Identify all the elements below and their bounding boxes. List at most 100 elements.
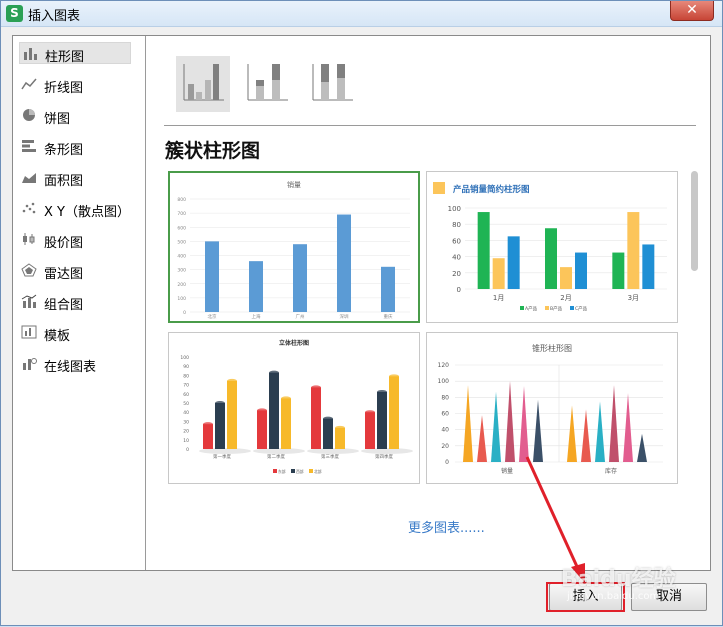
t3-title: 立体柱形图	[279, 339, 309, 347]
t3-ytick: 0	[186, 447, 189, 453]
t4-ytick: 100	[438, 378, 450, 385]
t1-category: 上海	[252, 313, 261, 320]
stock-chart-icon	[21, 232, 37, 246]
clustered-column-option[interactable]	[176, 56, 230, 112]
t3-ytick: 100	[180, 355, 189, 361]
template-icon	[21, 325, 37, 339]
online-chart-icon	[21, 356, 37, 370]
sidebar-item-pie-chart[interactable]: 饼图	[19, 105, 131, 127]
template-thumbnail-3[interactable]: 立体柱形图 100 90 80 70 60 50 40 30 20 10 0 第一季度 第二季度 第三季度第…	[168, 332, 420, 484]
sidebar-item-template[interactable]: 模板	[19, 322, 131, 344]
t4-cone	[567, 405, 577, 462]
t2-bar	[492, 258, 505, 289]
t4-cone	[637, 433, 647, 462]
more-charts-link[interactable]: 更多图表......	[408, 517, 485, 536]
type-divider	[164, 125, 696, 126]
t3-bar	[323, 418, 333, 449]
wps-app-icon: S	[6, 5, 23, 22]
t3-bar	[389, 376, 399, 449]
t3-ytick: 70	[183, 383, 189, 389]
t2-legend-label: A产品	[525, 305, 538, 312]
stacked-column-option[interactable]	[240, 56, 294, 112]
t4-ytick: 60	[441, 411, 449, 418]
gallery-scrollbar[interactable]	[691, 171, 698, 271]
stacked-column-icon	[247, 64, 288, 101]
t2-bar	[545, 228, 557, 289]
column-chart-icon	[22, 46, 38, 60]
close-button[interactable]: ✕	[670, 1, 714, 21]
sidebar-item-combo-chart[interactable]: 组合图	[19, 291, 131, 313]
combo-chart-icon	[21, 294, 37, 308]
percent-stacked-column-option[interactable]	[305, 56, 359, 112]
t4-cone	[623, 393, 633, 462]
t3-bar-top	[365, 410, 375, 415]
t4-category: 销量	[501, 467, 513, 475]
t1-ytick: 800	[177, 197, 186, 203]
t4-category: 库存	[605, 467, 617, 475]
sidebar-item-area-chart[interactable]: 面积图	[19, 167, 131, 189]
t4-cone	[463, 385, 473, 462]
t1-category: 重庆	[384, 313, 393, 320]
sidebar-item-label: 模板	[44, 329, 71, 344]
sidebar-item-scatter-chart[interactable]: X Y（散点图）	[19, 198, 131, 220]
t3-bar	[215, 403, 225, 449]
t4-cone	[581, 409, 591, 462]
t4-ytick: 0	[445, 459, 449, 466]
t4-cone	[491, 391, 501, 462]
t2-ytick: 60	[452, 237, 461, 245]
clustered-column-icon	[183, 64, 224, 101]
t4-ytick: 120	[438, 362, 450, 369]
section-title: 簇状柱形图	[165, 140, 261, 162]
t2-title-marker	[433, 182, 445, 194]
watermark-url: jingyan.baidu.com	[567, 591, 660, 602]
sidebar-item-label: 柱形图	[45, 50, 85, 65]
t3-bar	[365, 412, 375, 449]
t4-ytick: 40	[441, 427, 449, 434]
t1-category: 深圳	[340, 313, 349, 320]
chart-gallery: 簇状柱形图 销量 800 700 600 500 400 300 200 100 0 北京 上海 广州深…	[148, 36, 708, 570]
t3-bar-top	[281, 396, 291, 401]
t3-ytick: 50	[183, 401, 189, 407]
radar-chart-icon	[21, 263, 37, 277]
t3-category: 第二季度	[267, 453, 285, 460]
t2-ytick: 80	[452, 221, 461, 229]
sidebar-item-label: X Y（散点图）	[44, 205, 130, 220]
sidebar-item-line-chart[interactable]: 折线图	[19, 74, 131, 96]
sidebar-item-radar-chart[interactable]: 雷达图	[19, 260, 131, 282]
t2-bar	[642, 244, 655, 289]
t1-ytick: 500	[177, 239, 186, 245]
t4-cone	[533, 399, 543, 462]
t1-ytick: 300	[177, 268, 186, 274]
t3-ytick: 10	[183, 438, 189, 444]
sidebar-item-online-chart[interactable]: 在线图表	[19, 353, 131, 375]
t3-bar	[281, 398, 291, 449]
t3-bar	[335, 427, 345, 449]
sidebar-item-stock-chart[interactable]: 股价图	[19, 229, 131, 251]
template-thumbnail-1[interactable]: 销量 800 700 600 500 400 300 200 100 0 北京 上海 广州 深圳 重庆	[168, 171, 420, 323]
sidebar-item-bar-chart[interactable]: 条形图	[19, 136, 131, 158]
t2-bar	[627, 212, 640, 289]
t3-ytick: 40	[183, 410, 189, 416]
chart-type-sidebar: 柱形图折线图饼图条形图面积图 X Y（散点图） 股价图雷达图组合图模板在线图表	[13, 36, 144, 570]
t1-ytick: 200	[177, 282, 186, 288]
t1-bar	[293, 244, 307, 312]
dialog-content: 柱形图折线图饼图条形图面积图 X Y（散点图） 股价图雷达图组合图模板在线图表	[12, 35, 711, 571]
pie-chart-icon	[21, 108, 37, 122]
t3-category: 第四季度	[375, 453, 393, 460]
t3-bar	[203, 424, 213, 449]
line-chart-icon	[21, 77, 37, 91]
t3-ytick: 20	[183, 429, 189, 435]
t3-bar	[377, 391, 387, 449]
t3-legend-label: 北部	[314, 469, 322, 474]
sidebar-item-column-chart[interactable]: 柱形图	[19, 42, 131, 65]
t3-bar	[269, 372, 279, 449]
t3-ytick: 60	[183, 392, 189, 398]
t2-bar	[560, 267, 572, 289]
title-bar[interactable]: S 插入图表 ✕	[1, 1, 722, 27]
t2-category: 3月	[628, 294, 639, 302]
t3-bar	[311, 387, 321, 449]
t3-ytick: 90	[183, 364, 189, 370]
template-thumbnail-4[interactable]: 锥形柱形图 120 100 80 60 40 20 0 销量 库存	[426, 332, 678, 484]
t3-legend-swatch	[291, 469, 295, 473]
template-thumbnail-2[interactable]: 产品销量简约柱形图 100 80 60 40 20 0 1月 2月 3月 A产品 B产品 C产品	[426, 171, 678, 323]
